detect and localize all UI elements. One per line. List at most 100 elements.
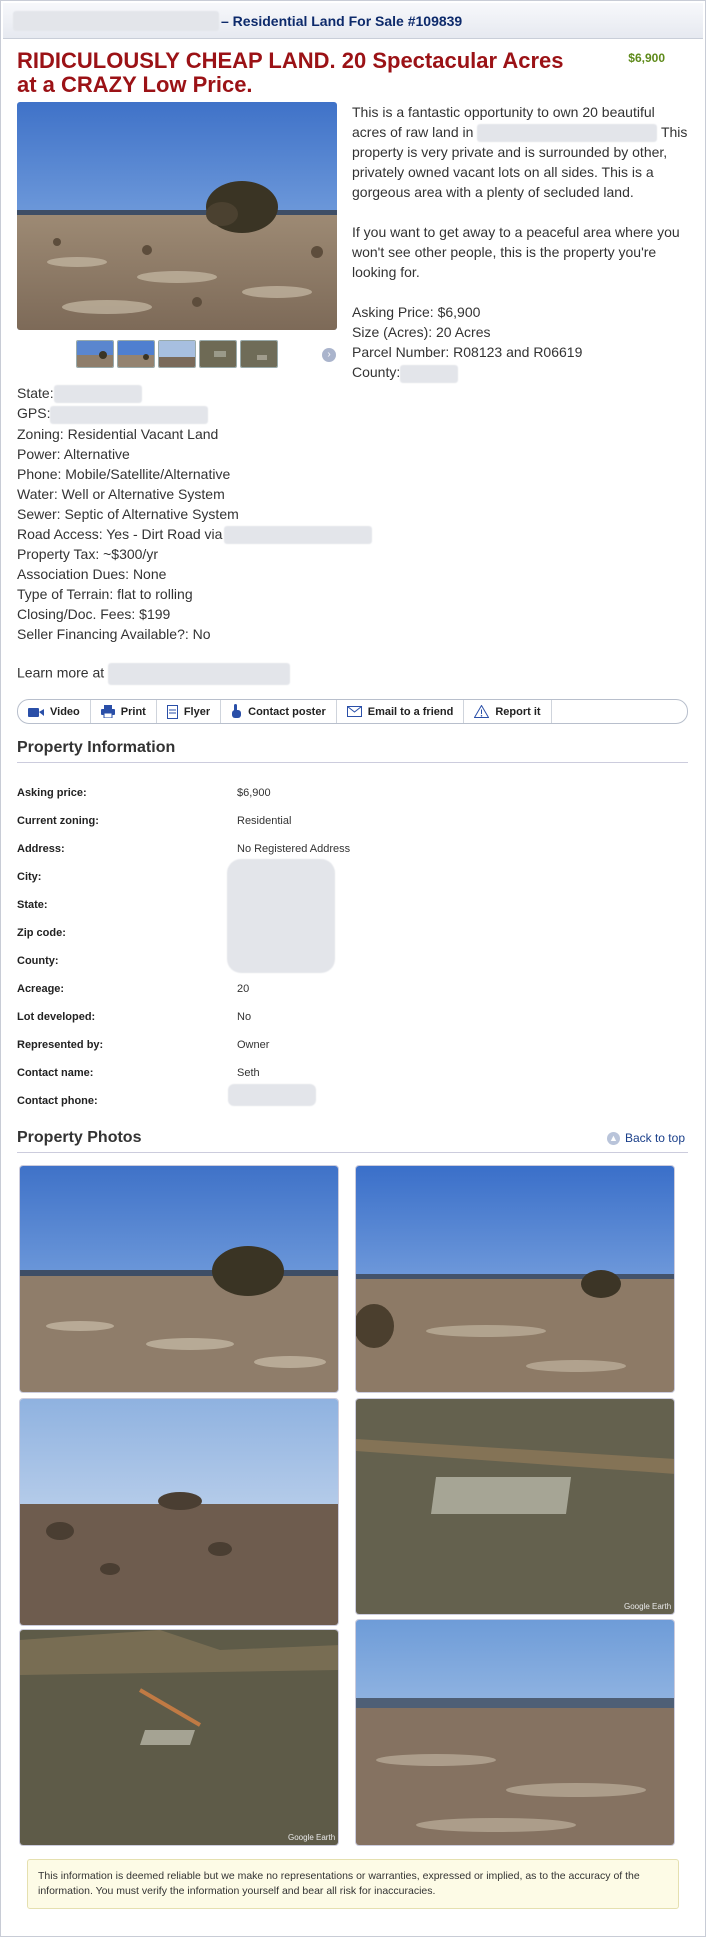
print-label: Print [120, 705, 146, 718]
size-line: Size (Acres): 20 Acres [352, 324, 491, 341]
redacted-county [400, 364, 459, 383]
info-label: Represented by: [17, 1039, 104, 1051]
redacted-gps [50, 405, 209, 424]
info-label: Acreage: [17, 983, 65, 995]
thumbnail[interactable] [158, 340, 196, 368]
redacted-location [477, 124, 658, 143]
back-to-top-label: Back to top [624, 1131, 685, 1145]
page-title: – Residential Land For Sale #109839 [221, 12, 463, 29]
info-row: Acreage: 20 [17, 975, 688, 1003]
flyer-button[interactable]: Flyer [157, 700, 222, 723]
info-label: Lot developed: [17, 1011, 96, 1023]
disclaimer: This information is deemed reliable but … [27, 1859, 679, 1909]
description-text: If you want to get away to a peaceful ar… [352, 224, 680, 281]
redacted-site-name [13, 10, 219, 31]
info-row: Asking price: $6,900 [17, 779, 688, 807]
video-label: Video [50, 705, 80, 718]
info-label: State: [17, 899, 48, 911]
property-photo[interactable] [355, 1165, 675, 1393]
report-label: Report it [495, 705, 541, 718]
property-information-heading: Property Information [17, 739, 176, 756]
power-line: Power: Alternative [17, 445, 130, 462]
asking-price-line: Asking Price: $6,900 [352, 304, 481, 321]
document-icon [166, 704, 178, 719]
water-line: Water: Well or Alternative System [17, 485, 225, 502]
next-arrow-icon[interactable]: › [322, 348, 336, 362]
financing-line: Seller Financing Available?: No [17, 625, 211, 642]
info-value: Seth [237, 1067, 260, 1079]
info-row: Address: No Registered Address [17, 835, 688, 863]
property-information-table: Asking price: $6,900 Current zoning: Resid… [17, 779, 688, 1115]
info-label: Current zoning: [17, 815, 99, 827]
property-photo[interactable]: Google Earth [19, 1629, 339, 1846]
report-button[interactable]: Report it [464, 700, 552, 723]
thumbnail[interactable] [117, 340, 155, 368]
info-value: Residential [237, 815, 292, 827]
learn-more-label: Learn more at [17, 664, 105, 681]
thumbnail-strip [76, 340, 278, 368]
dues-line: Association Dues: None [17, 565, 167, 582]
price-badge: $6,900 [628, 51, 665, 65]
info-value: 20 [237, 983, 250, 995]
info-label: County: [17, 955, 59, 967]
thumbnail[interactable] [199, 340, 237, 368]
property-photo[interactable] [19, 1165, 339, 1393]
info-value: Owner [237, 1039, 270, 1051]
redacted-state [53, 385, 142, 404]
info-label: Asking price: [17, 787, 87, 799]
description: This is a fantastic opportunity to own 2… [352, 102, 692, 383]
title-bar: – Residential Land For Sale #109839 [3, 3, 703, 39]
redacted-link[interactable] [108, 663, 291, 685]
email-friend-button[interactable]: Email to a friend [337, 700, 465, 723]
info-row: Zip code: [17, 919, 688, 947]
info-row: County: [17, 947, 688, 975]
video-icon [28, 707, 44, 717]
property-photo[interactable]: Google Earth [355, 1398, 675, 1615]
divider [17, 762, 688, 763]
closing-fees-line: Closing/Doc. Fees: $199 [17, 605, 171, 622]
info-value: $6,900 [237, 787, 271, 799]
property-photo[interactable] [19, 1398, 339, 1626]
arrow-up-icon: ▲ [606, 1131, 620, 1145]
info-row: City: [17, 863, 688, 891]
tax-line: Property Tax: ~$300/yr [17, 545, 158, 562]
main-photo[interactable] [17, 102, 337, 330]
road-access-line: Road Access: Yes - Dirt Road via [17, 525, 223, 542]
thumbnail[interactable] [76, 340, 114, 368]
contact-poster-button[interactable]: Contact poster [221, 700, 337, 723]
property-photo[interactable] [355, 1619, 675, 1846]
property-photos-heading: Property Photos [17, 1129, 142, 1146]
gps-line: GPS: [17, 405, 51, 422]
property-facts: State: GPS: Zoning: Residential Vacant L… [17, 383, 373, 644]
video-button[interactable]: Video [18, 700, 91, 723]
phone-line: Phone: Mobile/Satellite/Alternative [17, 465, 231, 482]
watermark: Google Earth [288, 1833, 335, 1842]
parcel-line: Parcel Number: R08123 and R06619 [352, 344, 583, 361]
info-row: Contact phone: [17, 1087, 688, 1115]
listing-headline: RIDICULOUSLY CHEAP LAND. 20 Spectacular … [17, 48, 564, 97]
redacted-road [224, 525, 373, 544]
thumbnail[interactable] [240, 340, 278, 368]
info-label: Contact name: [17, 1067, 94, 1079]
info-label: Address: [17, 843, 65, 855]
sewer-line: Sewer: Septic of Alternative System [17, 505, 239, 522]
info-value: No [237, 1011, 252, 1023]
print-button[interactable]: Print [91, 700, 157, 723]
hand-pointer-icon [232, 704, 242, 718]
info-row: Contact name: Seth [17, 1059, 688, 1087]
info-row: State: [17, 891, 688, 919]
email-label: Email to a friend [367, 705, 454, 718]
terrain-line: Type of Terrain: flat to rolling [17, 585, 193, 602]
warning-icon [474, 705, 490, 718]
watermark: Google Earth [624, 1602, 671, 1611]
county-line: County: [352, 364, 401, 381]
info-label: Contact phone: [17, 1095, 98, 1107]
envelope-icon [346, 706, 362, 717]
printer-icon [100, 705, 115, 718]
info-row: Represented by: Owner [17, 1031, 688, 1059]
info-value: No Registered Address [237, 843, 351, 855]
back-to-top-link[interactable]: ▲ Back to top [606, 1131, 685, 1145]
redacted-phone [228, 1084, 316, 1106]
zoning-line: Zoning: Residential Vacant Land [17, 425, 219, 442]
info-label: City: [17, 871, 42, 883]
